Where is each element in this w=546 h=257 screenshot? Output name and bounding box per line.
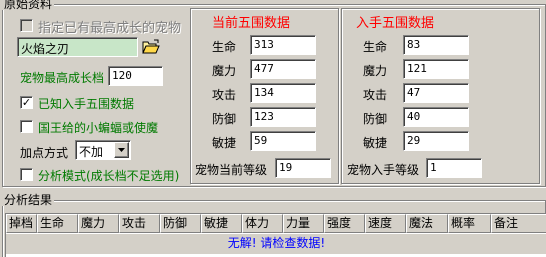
specify-max-growth-checkbox[interactable] bbox=[20, 19, 33, 32]
max-growth-field[interactable]: 120 bbox=[108, 66, 163, 86]
points-method-label: 加点方式 bbox=[20, 146, 69, 160]
initial-def-field[interactable]: 40 bbox=[403, 107, 469, 127]
analysis-mode-label: 分析模式(成长档不足选用) bbox=[38, 169, 180, 183]
results-table[interactable]: 掉档 生命 魔力 攻击 防御 敏捷 体力 力量 强度 速度 魔法 概率 备注 无… bbox=[5, 213, 546, 257]
initial-stat-label: 魔力 bbox=[363, 64, 388, 78]
king-bat-label: 国王给的小蝙蝠或使魔 bbox=[38, 121, 159, 135]
current-atk-field[interactable]: 134 bbox=[250, 83, 316, 103]
results-message-row[interactable]: 无解! 请检查数据! bbox=[6, 234, 546, 254]
results-column-header[interactable]: 敏捷 bbox=[201, 214, 242, 233]
current-stat-label: 生命 bbox=[212, 40, 237, 54]
points-method-dropdown-button[interactable] bbox=[114, 142, 129, 158]
check-icon: ✓ bbox=[21, 96, 32, 109]
results-group-title: 分析结果 bbox=[2, 193, 55, 207]
results-column-header[interactable]: 魔力 bbox=[78, 214, 119, 233]
initial-stats-title: 入手五围数据 bbox=[356, 16, 435, 31]
current-stat-label: 防御 bbox=[212, 112, 237, 126]
results-column-header[interactable]: 强度 bbox=[324, 214, 365, 233]
known-stats-label: 已知入手五围数据 bbox=[38, 97, 135, 111]
max-growth-label: 宠物最高成长档 bbox=[20, 71, 105, 85]
results-column-header[interactable]: 魔法 bbox=[406, 214, 448, 233]
results-column-header[interactable]: 备注 bbox=[491, 214, 546, 233]
initial-stat-label: 攻击 bbox=[363, 88, 388, 102]
results-message: 无解! 请检查数据! bbox=[227, 236, 326, 250]
results-column-header[interactable]: 速度 bbox=[365, 214, 406, 233]
pet-info-group-title: 原始资料 bbox=[2, 0, 55, 11]
current-stat-label: 魔力 bbox=[212, 64, 237, 78]
current-stat-label: 敏捷 bbox=[212, 136, 237, 150]
pet-name-field[interactable]: 火焰之刃 bbox=[17, 37, 138, 57]
points-method-value: 不加 bbox=[79, 145, 104, 159]
results-column-header[interactable]: 体力 bbox=[242, 214, 283, 233]
results-column-header[interactable]: 掉档 bbox=[6, 214, 37, 233]
specify-max-growth-label: 指定已有最高成长的宠物 bbox=[38, 21, 182, 36]
initial-level-field[interactable]: 1 bbox=[426, 158, 482, 178]
results-column-header[interactable]: 防御 bbox=[160, 214, 201, 233]
current-def-field[interactable]: 123 bbox=[250, 107, 316, 127]
current-agi-field[interactable]: 59 bbox=[250, 131, 316, 151]
known-stats-checkbox[interactable]: ✓ bbox=[20, 96, 33, 109]
current-level-field[interactable]: 19 bbox=[275, 158, 331, 178]
results-column-header[interactable]: 攻击 bbox=[119, 214, 160, 233]
initial-stat-label: 防御 bbox=[363, 112, 388, 126]
current-stat-label: 攻击 bbox=[212, 88, 237, 102]
results-column-header[interactable]: 概率 bbox=[448, 214, 491, 233]
initial-hp-field[interactable]: 83 bbox=[403, 35, 469, 55]
initial-atk-field[interactable]: 47 bbox=[403, 83, 469, 103]
results-column-header[interactable]: 生命 bbox=[37, 214, 78, 233]
results-column-header[interactable]: 力量 bbox=[283, 214, 324, 233]
initial-stat-label: 敏捷 bbox=[363, 136, 388, 150]
current-level-label: 宠物当前等级 bbox=[195, 163, 268, 177]
analysis-mode-checkbox[interactable] bbox=[20, 168, 33, 181]
open-folder-icon bbox=[142, 39, 160, 54]
open-folder-button[interactable] bbox=[141, 38, 161, 56]
initial-stat-label: 生命 bbox=[363, 40, 388, 54]
initial-agi-field[interactable]: 29 bbox=[403, 131, 469, 151]
king-bat-checkbox[interactable] bbox=[20, 120, 33, 133]
current-stats-title: 当前五围数据 bbox=[212, 16, 291, 31]
initial-level-label: 宠物入手等级 bbox=[347, 163, 420, 177]
current-mp-field[interactable]: 477 bbox=[250, 59, 316, 79]
current-hp-field[interactable]: 313 bbox=[250, 35, 316, 55]
chevron-down-icon bbox=[118, 148, 125, 152]
initial-mp-field[interactable]: 121 bbox=[403, 59, 469, 79]
